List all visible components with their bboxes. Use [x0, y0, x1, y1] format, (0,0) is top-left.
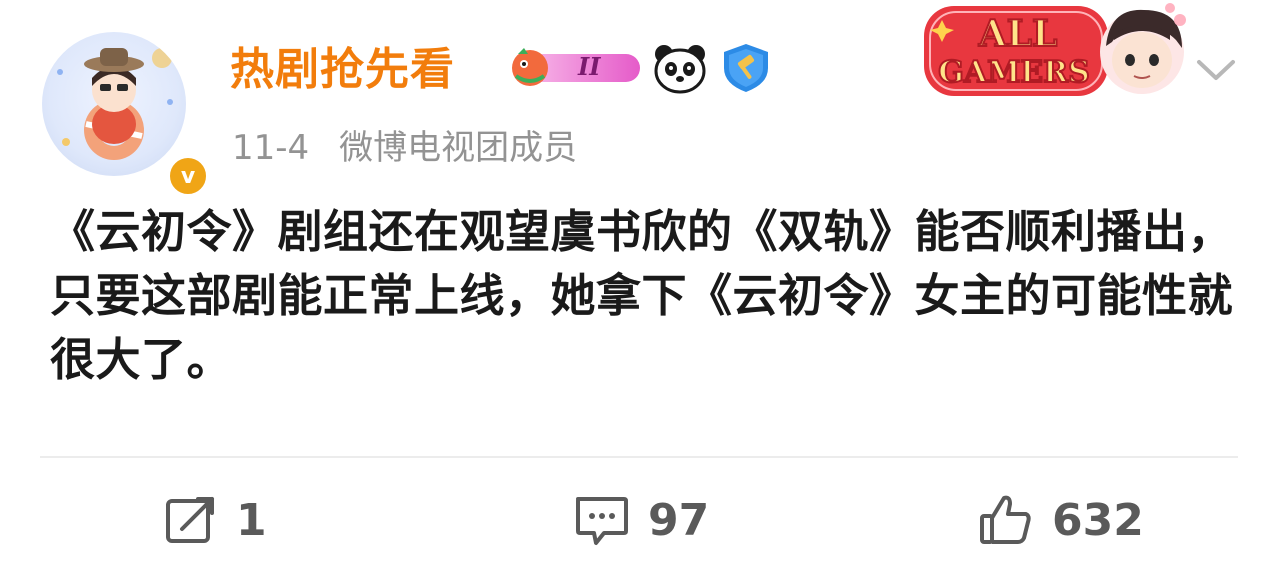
user-badges: II: [508, 40, 774, 96]
like-icon: [978, 492, 1034, 548]
comment-button[interactable]: 97: [572, 490, 709, 550]
sticker-line1: ALL: [978, 13, 1058, 55]
verified-badge: v: [166, 154, 210, 198]
chevron-down-icon[interactable]: [1193, 50, 1239, 90]
repost-button[interactable]: 1: [164, 490, 267, 550]
comment-count: 97: [648, 494, 710, 546]
like-count: 632: [1052, 494, 1144, 546]
like-button[interactable]: 632: [978, 490, 1144, 550]
sticker-line2: GAMERS: [938, 55, 1090, 90]
action-bar: 1 97 632: [0, 470, 1280, 569]
username[interactable]: 热剧抢先看: [230, 38, 455, 102]
avatar[interactable]: v: [38, 28, 210, 198]
weibo-post: v 热剧抢先看 II 11-4 微博电视团成员 ALL GAMERS 《云初令》…: [0, 0, 1280, 569]
post-source[interactable]: 微博电视团成员: [339, 118, 577, 178]
verified-badge-label: v: [180, 163, 196, 189]
post-meta: 11-4 微博电视团成员: [232, 118, 577, 178]
repost-icon: [164, 493, 218, 547]
panda-icon[interactable]: [652, 40, 708, 96]
comment-icon: [572, 493, 630, 547]
all-gamers-sticker[interactable]: ALL GAMERS: [920, 0, 1190, 108]
repost-count: 1: [236, 494, 267, 546]
fan-rank-label: II: [578, 52, 601, 81]
avatar-image: [42, 32, 186, 176]
fan-rank-badge[interactable]: II: [508, 48, 642, 88]
post-content: 《云初令》剧组还在观望虞书欣的《双轨》能否顺利播出，只要这部剧能正常上线，她拿下…: [50, 205, 1234, 386]
post-date: 11-4: [232, 128, 310, 168]
divider: [40, 456, 1238, 458]
shield-icon[interactable]: [718, 40, 774, 96]
